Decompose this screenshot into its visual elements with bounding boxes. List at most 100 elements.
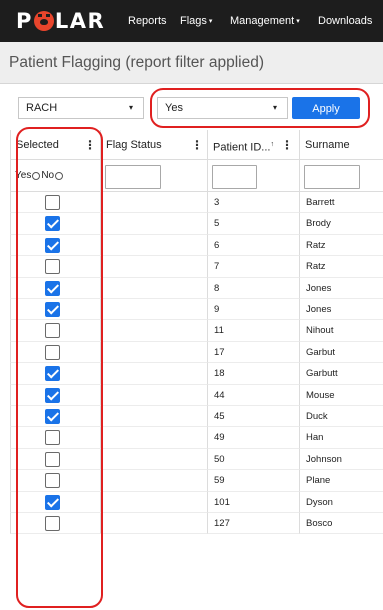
surname-cell: Ratz xyxy=(300,235,383,257)
nav-reports[interactable]: Reports xyxy=(128,0,167,42)
patient-id-cell: 9 xyxy=(208,299,300,321)
table-row[interactable]: 101 Dyson xyxy=(10,491,383,513)
row-select-checkbox[interactable] xyxy=(45,451,60,467)
patient-id-cell: 18 xyxy=(208,363,300,385)
surname-cell: Johnson xyxy=(300,449,383,471)
polar-logo[interactable]: P LAR xyxy=(16,9,105,33)
row-select-checkbox[interactable] xyxy=(45,195,60,210)
selected-cell xyxy=(10,406,101,428)
flag-status-cell xyxy=(101,406,208,428)
table-row[interactable]: 127 Bosco xyxy=(10,513,383,535)
row-select-checkbox[interactable] xyxy=(45,366,60,382)
row-select-checkbox[interactable] xyxy=(45,323,60,339)
flag-status-cell xyxy=(101,513,208,535)
nav-management-label: Management xyxy=(230,15,295,27)
row-select-checkbox[interactable] xyxy=(45,237,60,253)
row-select-checkbox[interactable] xyxy=(45,473,60,489)
row-select-checkbox[interactable] xyxy=(45,409,60,424)
flag-value-select-value: Yes xyxy=(165,102,183,114)
flag-status-cell xyxy=(101,384,208,406)
row-select-checkbox[interactable] xyxy=(45,430,60,446)
surname-filter-input[interactable] xyxy=(304,165,360,189)
flag-status-cell xyxy=(101,256,208,278)
surname-cell: Nihout xyxy=(300,320,383,342)
column-header-patient-id[interactable]: Patient ID...↑ ⋮ xyxy=(208,130,300,160)
patient-id-cell: 6 xyxy=(208,234,300,257)
table-row[interactable]: 9 Jones xyxy=(10,299,383,321)
radio-yes-label: Yes xyxy=(15,170,32,181)
column-header-surname[interactable]: Surname xyxy=(300,130,383,160)
radio-yes[interactable] xyxy=(32,171,41,180)
table-row[interactable]: 50 Johnson xyxy=(10,448,383,471)
table-row[interactable]: 11 Nihout xyxy=(10,320,383,342)
apply-button[interactable]: Apply xyxy=(292,97,360,119)
patient-grid: Selected ⋮ Flag Status ⋮ Patient ID...↑ … xyxy=(10,130,383,610)
top-navbar: P LAR Reports Flags ▾ Management ▾ Downloa… xyxy=(0,0,383,42)
table-row[interactable]: 18 Garbutt xyxy=(10,363,383,385)
selected-cell xyxy=(10,513,101,535)
row-select-checkbox[interactable] xyxy=(45,259,60,275)
column-header-selected[interactable]: Selected ⋮ xyxy=(10,130,101,160)
column-menu-icon[interactable]: ⋮ xyxy=(281,130,293,160)
flag-status-cell xyxy=(101,491,208,513)
surname-cell: Mouse xyxy=(300,385,383,406)
table-row[interactable]: 6 Ratz xyxy=(10,234,383,257)
logo-text-left: P xyxy=(16,9,33,33)
category-select-value: RACH xyxy=(26,102,58,114)
flag-status-cell xyxy=(101,192,208,214)
surname-cell: Barrett xyxy=(300,192,383,214)
flag-status-cell xyxy=(101,427,208,449)
surname-cell: Garbut xyxy=(300,342,383,364)
row-select-checkbox[interactable] xyxy=(45,494,60,510)
table-row[interactable]: 7 Ratz xyxy=(10,256,383,278)
selected-cell xyxy=(10,341,101,364)
surname-cell: Dyson xyxy=(300,492,383,513)
flag-status-filter-input[interactable] xyxy=(105,165,161,189)
surname-cell: Brody xyxy=(300,213,383,235)
nav-downloads[interactable]: Downloads xyxy=(318,0,372,42)
table-row[interactable]: 49 Han xyxy=(10,427,383,449)
logo-text-right: LAR xyxy=(54,9,106,33)
selected-filter-radios: Yes No xyxy=(15,170,64,181)
row-select-checkbox[interactable] xyxy=(45,216,60,232)
table-row[interactable]: 5 Brody xyxy=(10,213,383,235)
patient-id-filter-input[interactable] xyxy=(212,165,257,189)
surname-cell: Garbutt xyxy=(300,363,383,385)
surname-cell: Bosco xyxy=(300,513,383,535)
row-select-checkbox[interactable] xyxy=(45,280,60,296)
column-header-flag-status[interactable]: Flag Status ⋮ xyxy=(101,130,208,160)
radio-no-label: No xyxy=(41,170,55,181)
row-select-checkbox[interactable] xyxy=(45,516,60,531)
column-menu-icon[interactable]: ⋮ xyxy=(84,130,96,160)
flag-value-select[interactable]: Yes ▾ xyxy=(157,97,288,119)
column-header-label: Surname xyxy=(305,139,350,151)
row-select-checkbox[interactable] xyxy=(45,344,60,360)
selected-cell xyxy=(10,234,101,257)
flag-status-cell xyxy=(101,299,208,321)
column-menu-icon[interactable]: ⋮ xyxy=(191,130,203,160)
patient-id-cell: 7 xyxy=(208,256,300,278)
row-select-checkbox[interactable] xyxy=(45,387,60,403)
patient-id-cell: 50 xyxy=(208,448,300,471)
flag-status-cell xyxy=(101,320,208,342)
row-select-checkbox[interactable] xyxy=(45,302,60,317)
flag-status-cell xyxy=(101,277,208,299)
table-row[interactable]: 8 Jones xyxy=(10,277,383,299)
flag-status-cell xyxy=(101,470,208,492)
selected-filter-cell: Yes No xyxy=(10,160,101,192)
table-row[interactable]: 44 Mouse xyxy=(10,384,383,406)
chevron-down-icon: ▾ xyxy=(128,103,133,112)
radio-no[interactable] xyxy=(55,171,64,180)
table-row[interactable]: 45 Duck xyxy=(10,406,383,428)
nav-flags[interactable]: Flags ▾ xyxy=(180,0,212,42)
table-row[interactable]: 59 Plane xyxy=(10,470,383,492)
selected-cell xyxy=(10,384,101,406)
table-row[interactable]: 3 Barrett xyxy=(10,192,383,214)
nav-management[interactable]: Management ▾ xyxy=(230,0,300,42)
table-row[interactable]: 17 Garbut xyxy=(10,341,383,364)
category-select[interactable]: RACH ▾ xyxy=(18,97,144,119)
flag-status-filter-cell xyxy=(101,160,208,192)
nav-flags-label: Flags xyxy=(180,15,207,27)
sort-ascending-icon: ↑ xyxy=(270,141,274,148)
surname-cell: Ratz xyxy=(300,256,383,278)
